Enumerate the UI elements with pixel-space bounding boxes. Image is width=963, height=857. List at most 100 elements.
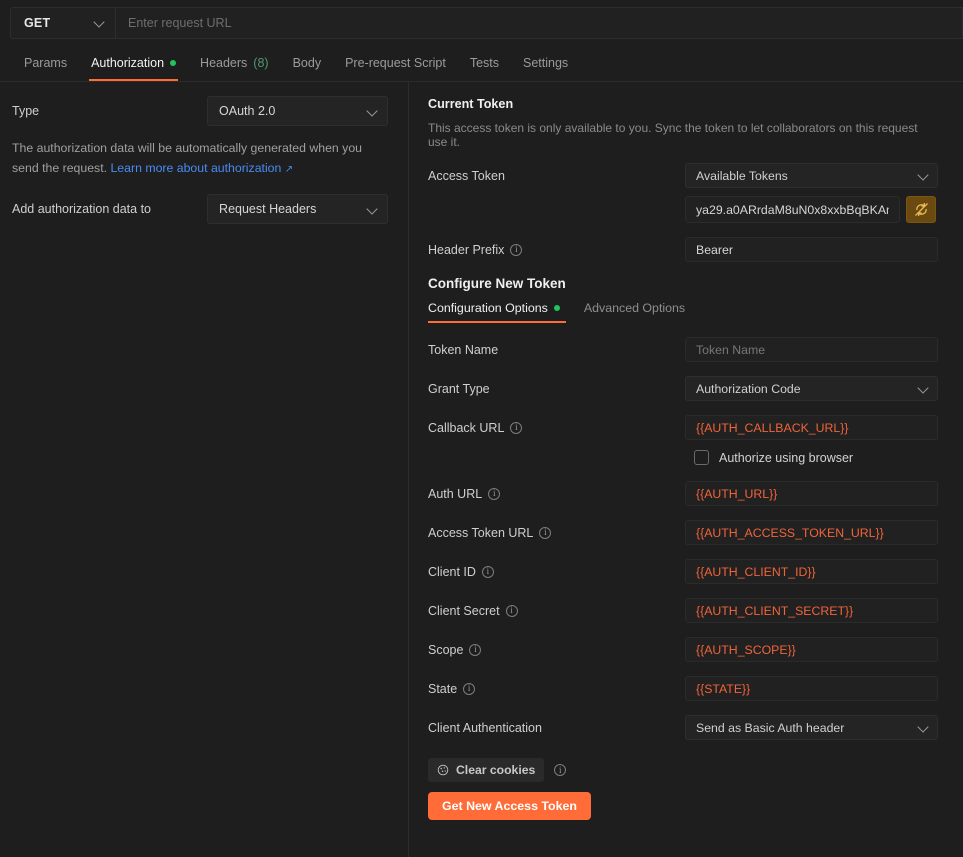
- tab-label: Body: [292, 56, 322, 70]
- scope-input[interactable]: [685, 637, 938, 662]
- info-icon[interactable]: i: [463, 682, 476, 695]
- field-label: State: [428, 681, 458, 696]
- tab-params[interactable]: Params: [12, 45, 79, 81]
- subtab-advanced-options[interactable]: Advanced Options: [584, 297, 709, 319]
- info-icon[interactable]: i: [469, 643, 482, 656]
- headers-count-badge: (8): [253, 56, 269, 70]
- auth-type-row: Type OAuth 2.0: [12, 96, 388, 126]
- field-label-wrap: Callback URL i: [419, 421, 685, 435]
- subtab-label: Advanced Options: [583, 301, 686, 315]
- tab-body[interactable]: Body: [281, 45, 334, 81]
- grant-type-value: Authorization Code: [696, 381, 801, 396]
- configure-new-token-heading: Configure New Token: [428, 276, 566, 291]
- field-row-grant-type: Grant Type Authorization Code: [419, 376, 938, 401]
- client-authentication-select[interactable]: Send as Basic Auth header: [685, 715, 938, 740]
- state-input[interactable]: [685, 676, 938, 701]
- authorize-using-browser-checkbox[interactable]: [694, 450, 709, 465]
- field-row-access-token-url: Access Token URL i: [419, 520, 938, 545]
- access-token-url-input[interactable]: [685, 520, 938, 545]
- grant-type-select[interactable]: Authorization Code: [685, 376, 938, 401]
- header-prefix-input[interactable]: [685, 237, 938, 262]
- info-icon[interactable]: i: [505, 604, 518, 617]
- auth-url-input[interactable]: [685, 481, 938, 506]
- field-control: [685, 415, 938, 440]
- clear-cookies-label: Clear cookies: [456, 763, 536, 777]
- field-label: Scope: [428, 642, 464, 657]
- token-name-input[interactable]: [685, 337, 938, 362]
- subtab-configuration-options[interactable]: Configuration Options: [428, 297, 584, 323]
- clear-cookies-row: Clear cookies i: [428, 758, 938, 782]
- field-label: Client ID: [428, 564, 476, 579]
- field-control: [685, 337, 938, 362]
- tab-label: Settings: [523, 56, 569, 70]
- add-auth-data-row: Add authorization data to Request Header…: [12, 194, 388, 224]
- field-row-client-id: Client ID i: [419, 559, 938, 584]
- authorize-using-browser-row: Authorize using browser: [694, 450, 938, 465]
- field-label: Grant Type: [428, 381, 490, 396]
- sync-token-button[interactable]: [906, 196, 936, 223]
- field-control: [685, 637, 938, 662]
- available-tokens-control: Available Tokens: [685, 163, 938, 188]
- get-new-access-token-button[interactable]: Get New Access Token: [428, 792, 591, 820]
- tab-pre-request-script[interactable]: Pre-request Script: [333, 45, 458, 81]
- chevron-down-icon: [367, 204, 378, 215]
- field-label-wrap: Grant Type: [419, 382, 685, 396]
- add-auth-data-label: Add authorization data to: [12, 202, 151, 216]
- tab-settings[interactable]: Settings: [511, 45, 580, 81]
- field-control: Send as Basic Auth header: [685, 715, 938, 740]
- add-auth-data-value: Request Headers: [219, 202, 317, 216]
- cookie-icon: [437, 764, 449, 776]
- clear-cookies-button[interactable]: Clear cookies: [428, 758, 545, 782]
- tab-authorization[interactable]: Authorization: [79, 45, 188, 81]
- token-value-control: [685, 196, 938, 223]
- field-label-wrap: Scope i: [419, 643, 685, 657]
- http-method-select[interactable]: GET: [10, 6, 116, 39]
- available-tokens-select[interactable]: Available Tokens: [685, 163, 938, 188]
- tab-headers[interactable]: Headers (8): [188, 45, 281, 81]
- auth-type-panel: Type OAuth 2.0 The authorization data wi…: [0, 82, 409, 857]
- current-token-description: This access token is only available to y…: [428, 121, 918, 149]
- header-prefix-label: Header Prefix: [428, 242, 505, 257]
- field-label-wrap: Access Token URL i: [419, 526, 685, 540]
- auth-type-label: Type: [12, 104, 40, 118]
- tab-tests[interactable]: Tests: [458, 45, 511, 81]
- authorize-using-browser-label: Authorize using browser: [719, 450, 854, 465]
- add-auth-data-select[interactable]: Request Headers: [207, 194, 388, 224]
- field-label: Callback URL: [428, 420, 505, 435]
- field-label-wrap: Client Secret i: [419, 604, 685, 618]
- request-url-input[interactable]: [116, 6, 963, 39]
- info-icon[interactable]: i: [488, 487, 501, 500]
- field-control: [685, 520, 938, 545]
- info-icon[interactable]: i: [510, 243, 523, 256]
- header-prefix-control: [685, 237, 938, 262]
- authorization-panes: Type OAuth 2.0 The authorization data wi…: [0, 82, 963, 857]
- field-control: [685, 559, 938, 584]
- status-dot-icon: [553, 305, 560, 311]
- field-label: Client Secret: [428, 603, 500, 618]
- access-token-row: Access Token Available Tokens: [419, 163, 938, 188]
- tab-label: Tests: [469, 56, 499, 70]
- access-token-input[interactable]: [685, 196, 900, 223]
- field-label: Token Name: [428, 342, 499, 357]
- chevron-down-icon: [918, 170, 929, 181]
- client-id-input[interactable]: [685, 559, 938, 584]
- field-label-wrap: Client ID i: [419, 565, 685, 579]
- learn-more-link[interactable]: Learn more about authorization: [110, 161, 281, 175]
- info-icon[interactable]: i: [510, 421, 523, 434]
- available-tokens-value: Available Tokens: [696, 168, 788, 183]
- request-tabs: Params Authorization Headers (8) Body Pr…: [0, 45, 963, 82]
- token-value-row: [419, 196, 938, 223]
- client-secret-input[interactable]: [685, 598, 938, 623]
- tab-label: Headers: [200, 56, 248, 70]
- configure-token-subtabs: Configuration Options Advanced Options: [428, 297, 938, 323]
- info-icon[interactable]: i: [554, 764, 567, 776]
- info-icon[interactable]: i: [539, 526, 552, 539]
- chevron-down-icon: [918, 383, 929, 394]
- callback-url-input[interactable]: [685, 415, 938, 440]
- field-label-wrap: Auth URL i: [419, 487, 685, 501]
- info-icon[interactable]: i: [481, 565, 494, 578]
- http-method-value: GET: [24, 15, 51, 30]
- field-row-client-secret: Client Secret i: [419, 598, 938, 623]
- auth-type-select[interactable]: OAuth 2.0: [207, 96, 388, 126]
- chevron-down-icon: [94, 17, 105, 28]
